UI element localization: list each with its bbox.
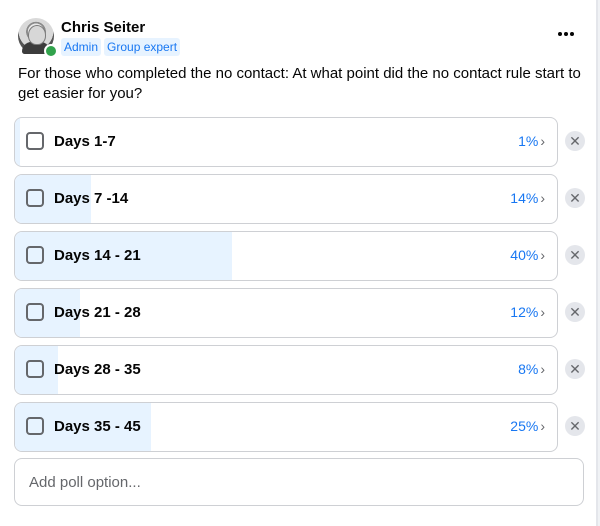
remove-option-button[interactable]: ✕ (565, 131, 585, 151)
more-dots-icon (570, 32, 574, 36)
close-icon: ✕ (569, 361, 581, 377)
poll-option-percent-text: 14% (510, 190, 539, 206)
poll-option-label: Days 1-7 (54, 133, 116, 150)
poll-option-percent[interactable]: 12% › (510, 304, 545, 320)
poll-option-result-bar (15, 118, 21, 166)
poll-option-checkbox[interactable] (26, 132, 44, 150)
poll-option-label: Days 14 - 21 (54, 247, 141, 264)
more-options-button[interactable] (553, 24, 579, 44)
poll-option-percent[interactable]: 14% › (510, 190, 545, 206)
poll-option[interactable]: Days 21 - 28 12% › (14, 288, 558, 338)
poll-option[interactable]: Days 28 - 35 8% › (14, 345, 558, 395)
avatar-face (28, 25, 46, 45)
poll-option-percent[interactable]: 40% › (510, 247, 545, 263)
poll-option-percent-text: 25% (510, 418, 539, 434)
author-avatar[interactable] (18, 18, 58, 58)
poll-option-label: Days 7 -14 (54, 190, 129, 207)
admin-badge[interactable]: Admin (61, 38, 102, 56)
poll-option-row: Days 28 - 35 8% › ✕ (14, 345, 600, 395)
poll-option-label: Days 21 - 28 (54, 304, 141, 321)
poll-option-checkbox[interactable] (26, 303, 44, 321)
chevron-right-icon: › (540, 190, 545, 206)
online-status-icon (44, 44, 58, 58)
poll-option-percent[interactable]: 1% › (518, 133, 545, 149)
close-icon: ✕ (569, 304, 581, 320)
poll-option-checkbox[interactable] (26, 417, 44, 435)
poll-option-percent-text: 1% (518, 133, 539, 149)
poll-question: For those who completed the no contact: … (18, 65, 581, 102)
close-icon: ✕ (569, 418, 581, 434)
poll-option-label: Days 28 - 35 (54, 361, 141, 378)
poll-option[interactable]: Days 1-7 1% › (14, 117, 558, 167)
poll-option[interactable]: Days 14 - 21 40% › (14, 231, 558, 281)
poll-option-percent-text: 12% (510, 304, 539, 320)
poll-option-percent-text: 40% (510, 247, 539, 263)
poll-option-checkbox[interactable] (26, 360, 44, 378)
chevron-right-icon: › (540, 418, 545, 434)
poll-option-checkbox[interactable] (26, 189, 44, 207)
chevron-right-icon: › (540, 304, 545, 320)
group-expert-badge[interactable]: Group expert (104, 38, 181, 56)
poll-post-card: Chris Seiter Admin Group expert For thos… (0, 0, 598, 526)
remove-option-button[interactable]: ✕ (565, 416, 585, 436)
remove-option-button[interactable]: ✕ (565, 359, 585, 379)
remove-option-button[interactable]: ✕ (565, 302, 585, 322)
author-name[interactable]: Chris Seiter (61, 19, 145, 36)
remove-option-button[interactable]: ✕ (565, 245, 585, 265)
poll-option-row: Days 14 - 21 40% › ✕ (14, 231, 600, 281)
remove-option-button[interactable]: ✕ (565, 188, 585, 208)
close-icon: ✕ (569, 133, 581, 149)
more-dots-icon (558, 32, 562, 36)
chevron-right-icon: › (540, 133, 545, 149)
poll-option[interactable]: Days 35 - 45 25% › (14, 402, 558, 452)
author-badges: Admin Group expert (61, 38, 181, 56)
chevron-right-icon: › (540, 247, 545, 263)
poll-option-row: Days 7 -14 14% › ✕ (14, 174, 600, 224)
close-icon: ✕ (569, 247, 581, 263)
chevron-right-icon: › (540, 361, 545, 377)
add-poll-option-input[interactable] (14, 458, 584, 506)
close-icon: ✕ (569, 190, 581, 206)
poll-option-checkbox[interactable] (26, 246, 44, 264)
poll-option-row: Days 21 - 28 12% › ✕ (14, 288, 600, 338)
poll-option-percent[interactable]: 8% › (518, 361, 545, 377)
poll-option-percent[interactable]: 25% › (510, 418, 545, 434)
poll-option[interactable]: Days 7 -14 14% › (14, 174, 558, 224)
poll-options: Days 1-7 1% › ✕ Days 7 -14 14% › ✕ Days … (14, 117, 600, 459)
more-dots-icon (564, 32, 568, 36)
poll-option-percent-text: 8% (518, 361, 539, 377)
poll-option-row: Days 35 - 45 25% › ✕ (14, 402, 600, 452)
poll-option-row: Days 1-7 1% › ✕ (14, 117, 600, 167)
poll-option-label: Days 35 - 45 (54, 418, 141, 435)
